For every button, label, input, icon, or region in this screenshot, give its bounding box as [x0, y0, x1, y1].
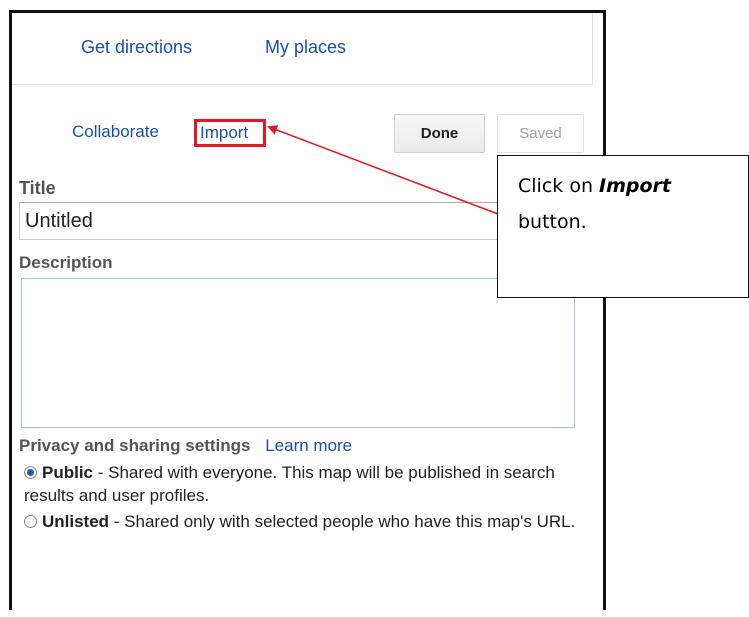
public-radio[interactable]	[24, 466, 37, 479]
public-description: - Shared with everyone. This map will be…	[24, 463, 555, 505]
callout-emphasis: Import	[599, 175, 672, 197]
import-link[interactable]: Import	[200, 123, 248, 143]
get-directions-link[interactable]: Get directions	[81, 37, 192, 58]
maps-panel: Get directions My places Collaborate Imp…	[9, 10, 606, 610]
callout-suffix: button.	[518, 211, 587, 233]
privacy-settings-heading: Privacy and sharing settings Learn more	[19, 436, 352, 456]
description-label: Description	[19, 253, 113, 272]
unlisted-label: Unlisted	[42, 512, 110, 531]
unlisted-radio[interactable]	[24, 515, 37, 528]
instruction-callout: Click on Import button.	[497, 155, 749, 298]
my-places-link[interactable]: My places	[265, 37, 346, 58]
callout-prefix: Click on	[518, 175, 600, 197]
unlisted-description: - Shared only with selected people who h…	[109, 512, 576, 531]
privacy-heading-text: Privacy and sharing settings	[19, 436, 251, 455]
saved-button[interactable]: Saved	[497, 114, 584, 153]
unlisted-option[interactable]: Unlisted - Shared only with selected peo…	[24, 510, 584, 533]
public-option[interactable]: Public - Shared with everyone. This map …	[24, 461, 584, 507]
title-label: Title	[19, 178, 56, 198]
top-navigation: Get directions My places	[12, 13, 593, 85]
import-highlight-box: Import	[194, 119, 266, 147]
learn-more-link[interactable]: Learn more	[265, 436, 352, 455]
public-label: Public	[42, 463, 94, 482]
description-input[interactable]	[21, 278, 575, 428]
collaborate-link[interactable]: Collaborate	[72, 122, 159, 142]
done-button[interactable]: Done	[394, 114, 485, 153]
